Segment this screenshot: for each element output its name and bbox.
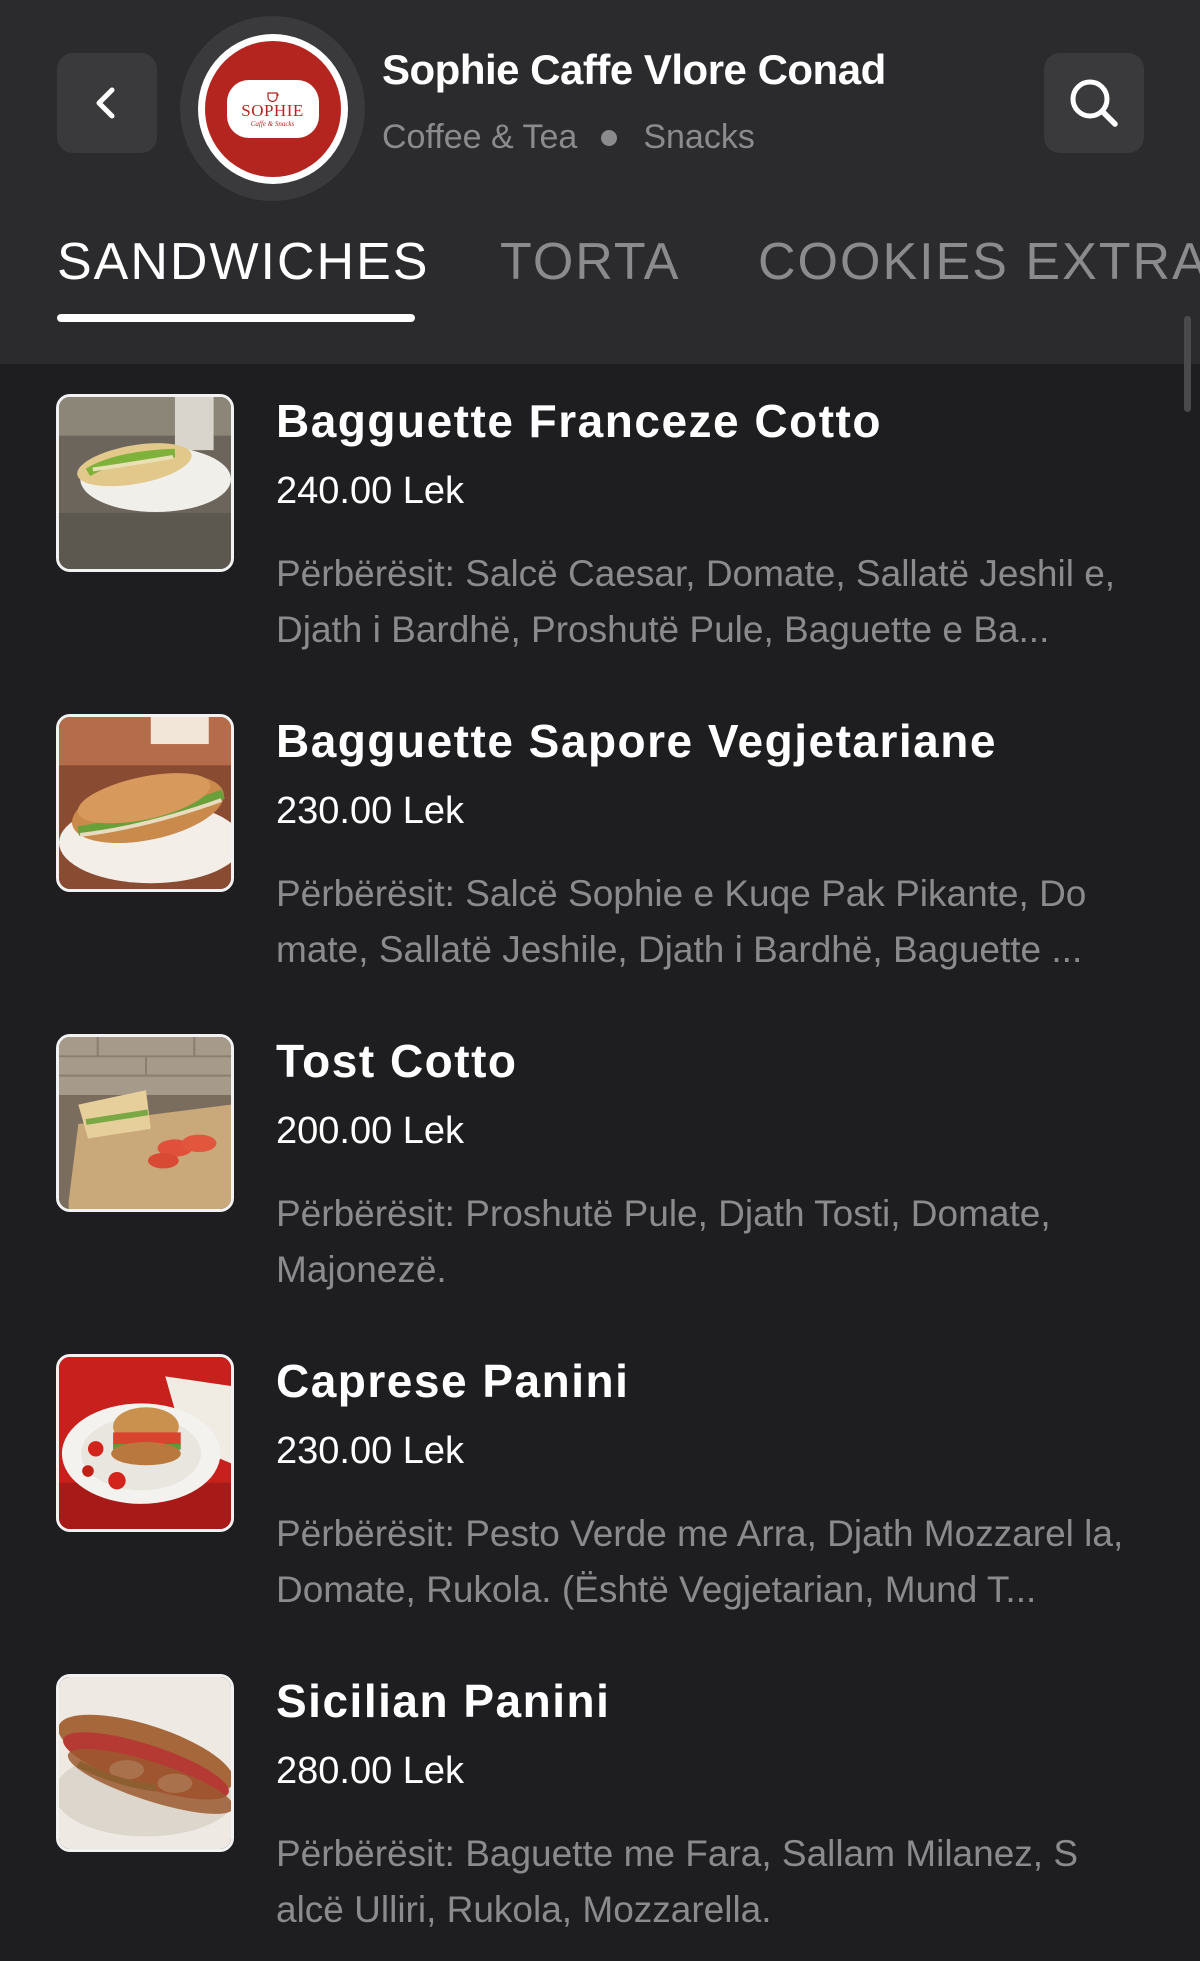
item-name: Caprese Panini	[276, 1355, 630, 1407]
menu-item[interactable]: Caprese Panini 230.00 Lek Përbërësit: Pe…	[0, 1324, 1200, 1644]
menu-item[interactable]: Tost Cotto 200.00 Lek Përbërësit: Proshu…	[0, 1004, 1200, 1324]
store-categories: Coffee & Tea Snacks	[382, 118, 755, 157]
item-name: Sicilian Panini	[276, 1675, 611, 1727]
item-description: Përbërësit: Proshutë Pule, Djath Tosti, …	[276, 1193, 1051, 1290]
search-icon	[1070, 79, 1118, 127]
category-label: Coffee & Tea	[382, 118, 578, 156]
menu-page: SOPHIE Caffe & Snacks Sophie Caffe Vlore…	[0, 0, 1200, 1961]
chevron-left-icon	[96, 87, 115, 119]
logo-subtext: Caffe & Snacks	[250, 119, 295, 128]
item-photo	[56, 1674, 234, 1852]
item-price: 240.00 Lek	[276, 470, 465, 512]
item-photo	[56, 1034, 234, 1212]
item-price: 200.00 Lek	[276, 1110, 465, 1152]
menu-item[interactable]: Bagguette Sapore Vegjetariane 230.00 Lek…	[0, 684, 1200, 1004]
item-name: Tost Cotto	[276, 1035, 518, 1087]
tab-sandwiches[interactable]: SANDWICHES	[57, 232, 429, 292]
item-photo	[56, 1354, 234, 1532]
active-tab-indicator	[57, 314, 415, 322]
item-price: 230.00 Lek	[276, 1430, 465, 1472]
item-name: Bagguette Sapore Vegjetariane	[276, 715, 997, 767]
search-button[interactable]	[1044, 53, 1144, 153]
back-button[interactable]	[57, 53, 157, 153]
item-price: 230.00 Lek	[276, 790, 465, 832]
item-description: Përbërësit: Salcë Sophie e Kuqe Pak Pika…	[276, 873, 1087, 970]
item-description: Përbërësit: Salcë Caesar, Domate, Sallat…	[276, 553, 1116, 650]
menu-item[interactable]: Bagguette Franceze Cotto 240.00 Lek Përb…	[0, 364, 1200, 684]
store-logo: SOPHIE Caffe & Snacks	[180, 16, 365, 201]
separator-dot	[601, 129, 618, 146]
item-photo	[56, 394, 234, 572]
subcategory-label: Snacks	[643, 118, 755, 156]
store-header: SOPHIE Caffe & Snacks Sophie Caffe Vlore…	[0, 0, 1200, 364]
item-description: Përbërësit: Pesto Verde me Arra, Djath M…	[276, 1513, 1124, 1610]
item-description: Përbërësit: Baguette me Fara, Sallam Mil…	[276, 1833, 1079, 1930]
store-title: Sophie Caffe Vlore Conad	[382, 46, 886, 93]
item-name: Bagguette Franceze Cotto	[276, 395, 882, 447]
logo-text: SOPHIE	[241, 100, 304, 120]
menu-item[interactable]: Sicilian Panini 280.00 Lek Përbërësit: B…	[0, 1644, 1200, 1961]
item-photo	[56, 714, 234, 892]
category-tabs: SANDWICHES TORTA COOKIES EXTRA	[0, 222, 1200, 322]
tab-cookies-extra[interactable]: COOKIES EXTRA	[758, 232, 1200, 292]
item-price: 280.00 Lek	[276, 1750, 465, 1792]
tab-torta[interactable]: TORTA	[500, 232, 680, 292]
cup-icon	[266, 91, 279, 102]
